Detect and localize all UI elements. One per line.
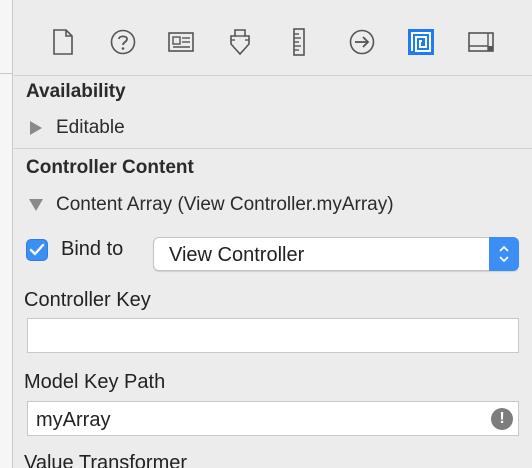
editor-edge: [0, 0, 13, 468]
size-inspector-icon[interactable]: [284, 27, 314, 57]
bind-to-popup-value: View Controller: [169, 244, 305, 266]
attributes-inspector-icon[interactable]: [225, 27, 255, 57]
disclosure-triangle-down-icon[interactable]: [26, 195, 46, 215]
bind-to-checkbox[interactable]: [26, 238, 48, 261]
model-key-path-value: myArray: [36, 409, 111, 431]
model-key-path-label: Model Key Path: [24, 371, 166, 393]
bindings-inspector-panel: Availability Editable Controller Content…: [14, 0, 532, 468]
editable-disclosure[interactable]: Editable: [26, 117, 125, 139]
popup-chevrons-icon[interactable]: [489, 237, 519, 271]
content-array-label: Content Array (View Controller.myArray): [56, 194, 394, 215]
checkmark-icon: [29, 243, 45, 255]
inspector-toolbar: [14, 0, 532, 76]
quick-help-icon[interactable]: [108, 27, 138, 57]
view-effects-inspector-icon[interactable]: [466, 27, 496, 57]
bind-to-popup[interactable]: View Controller: [153, 237, 519, 271]
connections-inspector-icon[interactable]: [347, 27, 377, 57]
warning-icon[interactable]: !: [491, 408, 513, 430]
model-key-path-field[interactable]: myArray !: [27, 401, 519, 436]
disclosure-triangle-right-icon[interactable]: [26, 118, 46, 138]
value-transformer-label: Value Transformer: [24, 452, 188, 468]
bind-to-row: Bind to: [26, 238, 123, 261]
controller-key-field[interactable]: [27, 318, 519, 353]
content-array-disclosure[interactable]: Content Array (View Controller.myArray): [26, 194, 394, 216]
bindings-inspector-icon[interactable]: [406, 27, 436, 57]
controller-key-label: Controller Key: [24, 289, 151, 311]
section-divider: [14, 148, 532, 149]
file-inspector-icon[interactable]: [48, 27, 78, 57]
identity-inspector-icon[interactable]: [166, 27, 196, 57]
availability-header: Availability: [26, 81, 126, 102]
bind-to-label: Bind to: [61, 238, 124, 260]
editable-label: Editable: [56, 117, 125, 138]
controller-content-header: Controller Content: [26, 157, 194, 178]
editor-edge-divider: [0, 73, 13, 74]
